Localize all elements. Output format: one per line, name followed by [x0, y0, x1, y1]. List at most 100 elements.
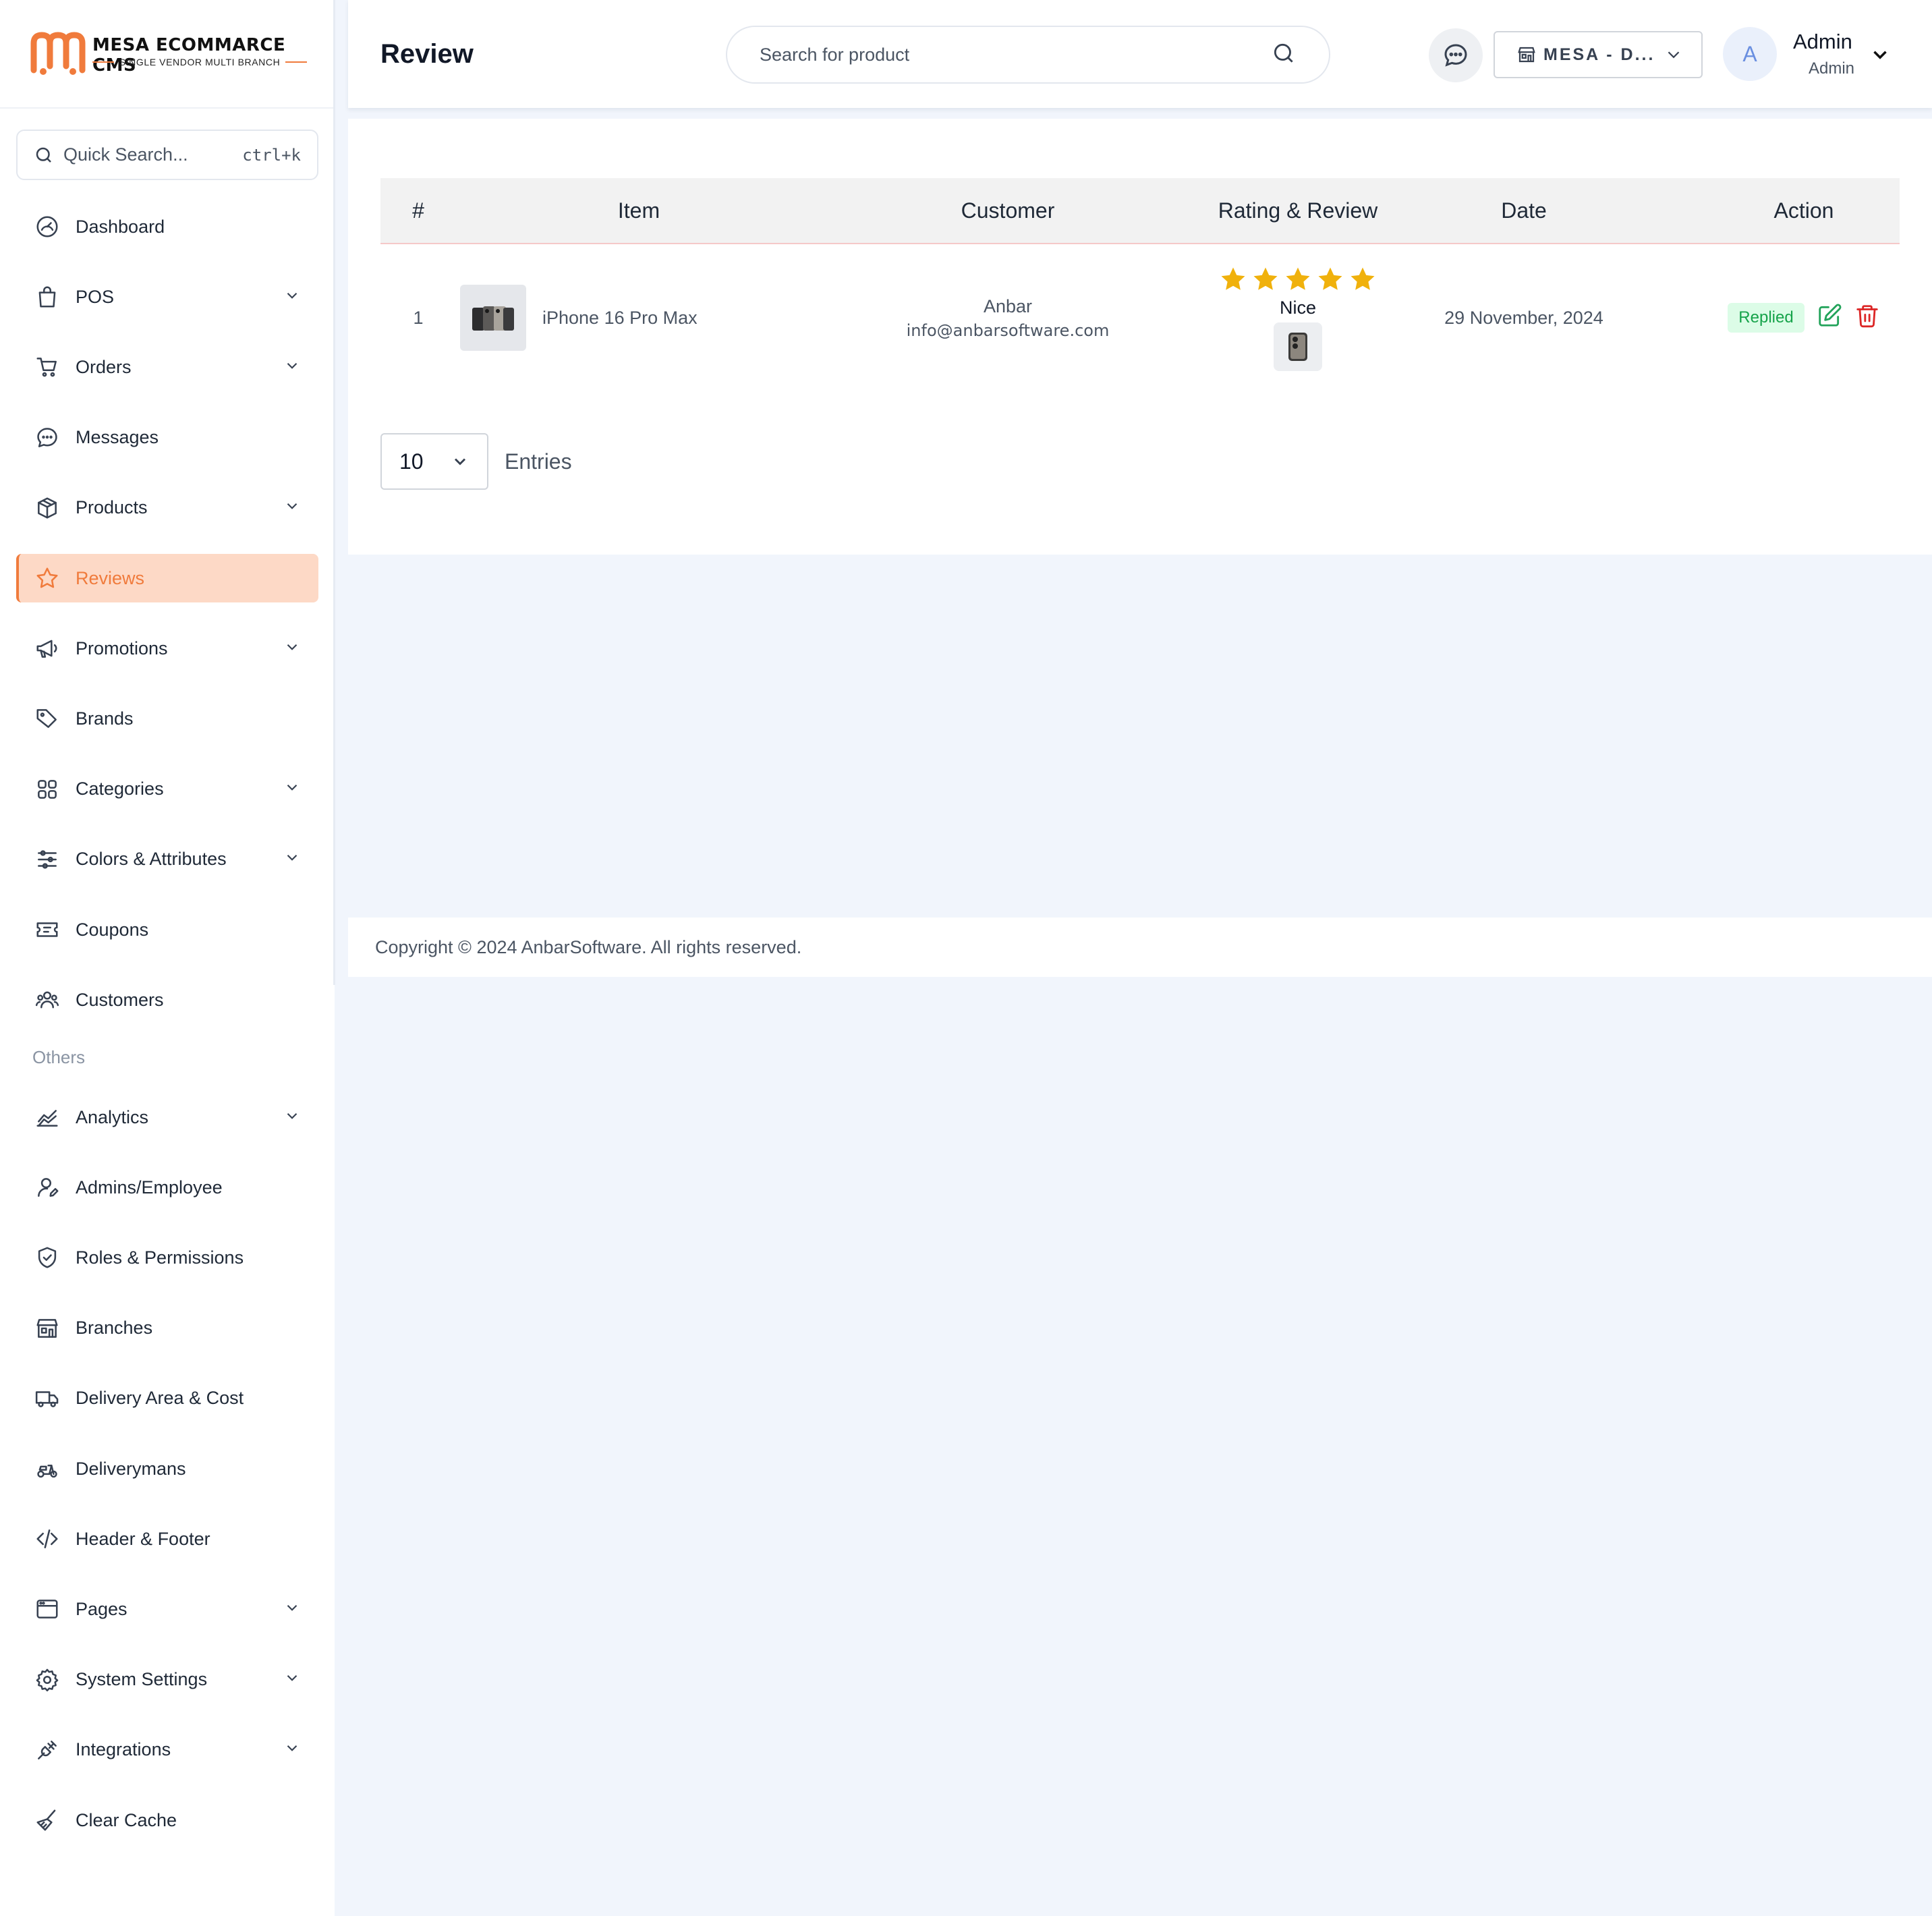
sidebar-item-label: Header & Footer	[76, 1528, 210, 1549]
sidebar-item-products[interactable]: Products	[16, 484, 318, 532]
col-date: Date	[1501, 198, 1547, 223]
sidebar-item-label: System Settings	[76, 1669, 208, 1690]
section-others: Others	[32, 1047, 86, 1067]
table-header: # Item Customer Rating & Review Date Act…	[380, 178, 1900, 244]
page-title: Review	[380, 39, 474, 69]
review-text: Nice	[1279, 297, 1316, 318]
sidebar-item-admins-employee[interactable]: Admins/Employee	[16, 1163, 318, 1212]
user-menu-toggle[interactable]	[1869, 43, 1892, 69]
sidebar-item-deliverymans[interactable]: Deliverymans	[16, 1444, 318, 1493]
chevron-down-icon	[283, 1107, 301, 1128]
plug-icon	[34, 1737, 61, 1764]
col-rating-review: Rating & Review	[1218, 198, 1378, 223]
sidebar-item-label: Integrations	[76, 1739, 171, 1760]
messages-button[interactable]	[1429, 28, 1483, 82]
row-index: 1	[413, 307, 424, 328]
copyright-text: Copyright © 2024 AnbarSoftware. All righ…	[375, 936, 802, 957]
sidebar-item-colors-attributes[interactable]: Colors & Attributes	[16, 835, 318, 884]
review-image[interactable]	[1274, 322, 1322, 371]
action-cell: Replied	[1703, 244, 1905, 391]
branch-select[interactable]: MESA - D...	[1494, 31, 1703, 78]
chevron-down-icon	[283, 638, 301, 659]
reviews-card: # Item Customer Rating & Review Date Act…	[348, 119, 1932, 555]
sidebar-item-orders[interactable]: Orders	[16, 343, 318, 391]
search-icon	[36, 147, 51, 163]
chevron-down-icon	[283, 497, 301, 518]
sidebar-item-roles-permissions[interactable]: Roles & Permissions	[16, 1233, 318, 1282]
chevron-down-icon	[283, 1739, 301, 1760]
customer-email: info@anbarsoftware.com	[906, 320, 1110, 340]
delete-button[interactable]	[1854, 303, 1880, 333]
store-icon	[34, 1315, 61, 1342]
star-icon	[1286, 267, 1310, 290]
col-index: #	[412, 198, 424, 223]
sidebar-item-pos[interactable]: POS	[16, 273, 318, 321]
sidebar-item-system-settings[interactable]: System Settings	[16, 1656, 318, 1704]
date-cell: 29 November, 2024	[1444, 307, 1603, 328]
avatar[interactable]: A	[1723, 27, 1777, 81]
sidebar-item-label: Clear Cache	[76, 1809, 177, 1830]
sidebar-item-delivery-area-cost[interactable]: Delivery Area & Cost	[16, 1374, 318, 1423]
sidebar-item-dashboard[interactable]: Dashboard	[16, 202, 318, 251]
sidebar-item-label: Analytics	[76, 1106, 149, 1127]
cart-icon	[34, 354, 61, 381]
star-icon	[1318, 267, 1342, 290]
users-icon	[34, 986, 61, 1013]
sidebar-item-integrations[interactable]: Integrations	[16, 1726, 318, 1774]
col-item: Item	[617, 198, 660, 223]
quick-search[interactable]: Quick Search... ctrl+k	[16, 130, 318, 180]
product-search	[726, 26, 1330, 84]
sidebar-item-coupons[interactable]: Coupons	[16, 905, 318, 954]
sidebar-item-promotions[interactable]: Promotions	[16, 624, 318, 673]
store-icon	[1518, 47, 1535, 63]
sidebar-item-label: Orders	[76, 356, 132, 377]
sidebar-item-clear-cache[interactable]: Clear Cache	[16, 1796, 318, 1844]
sidebar-item-categories[interactable]: Categories	[16, 765, 318, 814]
sliders-icon	[34, 846, 61, 873]
sidebar-item-customers[interactable]: Customers	[16, 976, 318, 1024]
chevron-down-icon	[283, 1669, 301, 1690]
sidebar-item-pages[interactable]: Pages	[16, 1585, 318, 1633]
entries-value: 10	[399, 449, 424, 474]
scooter-icon	[34, 1455, 61, 1482]
sidebar-item-reviews[interactable]: Reviews	[16, 554, 318, 602]
chevron-down-icon	[454, 458, 466, 466]
sidebar-item-branches[interactable]: Branches	[16, 1304, 318, 1353]
brand-subtitle: SINGLE VENDOR MULTI BRANCH	[92, 57, 308, 67]
edit-button[interactable]	[1817, 303, 1842, 333]
box-icon	[34, 495, 61, 522]
item-name[interactable]: iPhone 16 Pro Max	[542, 308, 698, 329]
logo-icon	[30, 32, 86, 75]
shopping-bag-icon	[34, 283, 61, 310]
star-icon	[34, 565, 61, 592]
phone-image-icon	[1288, 332, 1307, 361]
sidebar-item-label: Reviews	[76, 567, 145, 588]
code-icon	[34, 1525, 61, 1552]
product-thumbnail[interactable]	[460, 285, 526, 351]
search-icon[interactable]	[1271, 40, 1297, 69]
table-row: 1 iPhone 16 Pro Max Anbar info@anbarsoft…	[380, 244, 1900, 391]
sidebar-item-header-footer[interactable]: Header & Footer	[16, 1515, 318, 1563]
sidebar-item-label: Coupons	[76, 919, 149, 940]
chevron-down-icon	[283, 849, 301, 870]
chevron-down-icon	[283, 357, 301, 378]
status-badge: Replied	[1728, 303, 1805, 333]
user-name[interactable]: Admin	[1793, 30, 1852, 54]
sidebar-item-analytics[interactable]: Analytics	[16, 1093, 318, 1142]
product-search-input[interactable]	[760, 44, 1271, 65]
customer-name: Anbar	[983, 295, 1033, 316]
top-header: Review MESA - D... A Admin Admin	[348, 0, 1932, 108]
sidebar-item-label: Admins/Employee	[76, 1177, 223, 1198]
sidebar-item-label: Messages	[76, 427, 159, 448]
sidebar-item-label: Products	[76, 497, 148, 518]
truck-icon	[34, 1385, 61, 1412]
quick-search-label: Quick Search...	[63, 144, 188, 165]
trash-icon	[1856, 304, 1878, 327]
entries-label: Entries	[505, 449, 572, 474]
star-icon	[1221, 267, 1245, 290]
megaphone-icon	[34, 635, 61, 662]
sidebar-item-messages[interactable]: Messages	[16, 414, 318, 462]
sidebar-item-brands[interactable]: Brands	[16, 694, 318, 743]
user-role: Admin	[1809, 59, 1855, 78]
entries-select[interactable]: 10	[380, 433, 488, 490]
